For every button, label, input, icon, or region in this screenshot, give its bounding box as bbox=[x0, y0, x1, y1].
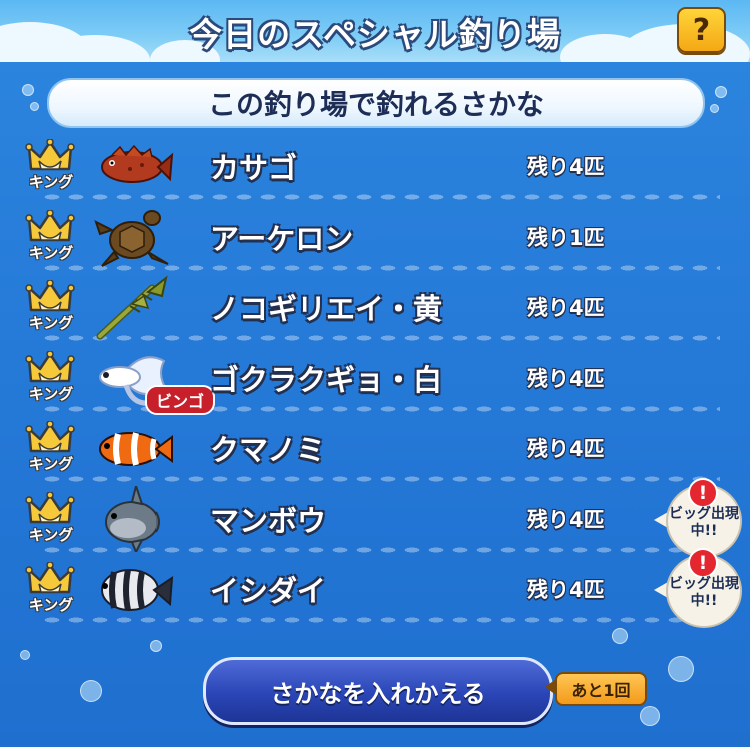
king-label: キング bbox=[28, 173, 74, 191]
bingo-badge: ビンゴ bbox=[145, 384, 216, 415]
big-appearing-label: ビッグ出現中!! bbox=[669, 505, 739, 539]
remaining-count: 残り4匹 bbox=[527, 155, 605, 179]
exclamation-icon: ! bbox=[688, 477, 718, 508]
fish-name: マンボウ bbox=[210, 503, 327, 538]
fish-name: イシダイ bbox=[210, 574, 327, 608]
remaining-count: 残り4匹 bbox=[527, 366, 605, 391]
help-button[interactable]: ? bbox=[677, 7, 726, 53]
bubble-decoration bbox=[715, 86, 727, 98]
sunfish-icon bbox=[92, 481, 174, 554]
fish-row: キング アーケロン 残り1匹 bbox=[0, 202, 750, 272]
fish-name: クマノミ bbox=[210, 433, 326, 467]
exclamation-icon: ! bbox=[688, 548, 718, 578]
header-bar: 今日のスペシャル釣り場 ? bbox=[0, 0, 750, 62]
fish-row: キング ノコギリエイ・黄 残り4匹 bbox=[0, 272, 750, 342]
king-label: キング bbox=[28, 525, 74, 544]
striped-beakfish-icon bbox=[92, 556, 174, 622]
big-appearing-bubble: ! ビッグ出現中!! bbox=[652, 477, 744, 558]
fish-row: キング マンボウ 残り4匹! ビッグ出現中!! bbox=[0, 477, 750, 558]
swap-fish-button[interactable]: さかなを入れかえる bbox=[203, 657, 553, 725]
fish-row: キング カサゴ 残り4匹 bbox=[0, 131, 750, 201]
king-label: キング bbox=[28, 596, 74, 614]
bubble-decoration bbox=[22, 84, 34, 96]
fishing-spot-screen: 今日のスペシャル釣り場 ? この釣り場で釣れるさかな キング カサゴ 残り4匹 キング… bbox=[0, 0, 750, 747]
bubble-decoration bbox=[80, 680, 102, 702]
remaining-count: 残り4匹 bbox=[527, 296, 605, 320]
remaining-count: 残り4匹 bbox=[527, 507, 605, 532]
bubble-decoration bbox=[20, 650, 30, 660]
bubble-decoration bbox=[668, 656, 694, 682]
catchable-fish-heading: この釣り場で釣れるさかな bbox=[47, 78, 705, 128]
king-label: キング bbox=[28, 314, 74, 332]
king-label: キング bbox=[28, 455, 74, 473]
clownfish-icon bbox=[92, 415, 174, 481]
page-title: 今日のスペシャル釣り場 bbox=[189, 15, 561, 54]
fish-row: キング クマノミ 残り4匹 bbox=[0, 413, 750, 483]
king-label: キング bbox=[28, 243, 74, 262]
fish-name: ゴクラクギョ・白 bbox=[210, 362, 443, 397]
fish-name: ノコギリエイ・黄 bbox=[210, 292, 443, 326]
fish-name: アーケロン bbox=[210, 221, 354, 256]
big-appearing-label: ビッグ出現中!! bbox=[669, 576, 739, 609]
fish-name: カサゴ bbox=[210, 151, 298, 185]
bubble-decoration bbox=[612, 628, 628, 644]
fish-row: キング イシダイ 残り4匹! ビッグ出現中!! bbox=[0, 548, 750, 628]
remaining-count: 残り4匹 bbox=[527, 578, 605, 602]
king-label: キング bbox=[28, 384, 74, 403]
bubble-decoration bbox=[710, 104, 719, 113]
remaining-count: 残り4匹 bbox=[527, 437, 605, 461]
bubble-decoration bbox=[640, 706, 660, 726]
remaining-swaps-badge: あと1回 bbox=[555, 672, 647, 706]
scorpionfish-icon bbox=[92, 133, 174, 199]
remaining-count: 残り1匹 bbox=[527, 225, 605, 250]
fish-row: キング ビンゴ ゴクラクギョ・白 残り4匹 bbox=[0, 343, 750, 415]
big-appearing-bubble: ! ビッグ出現中!! bbox=[652, 548, 744, 628]
bubble-decoration bbox=[30, 102, 39, 111]
bubble-decoration bbox=[150, 640, 162, 652]
sawfish-icon bbox=[92, 274, 174, 340]
sea-turtle-icon bbox=[92, 204, 174, 270]
